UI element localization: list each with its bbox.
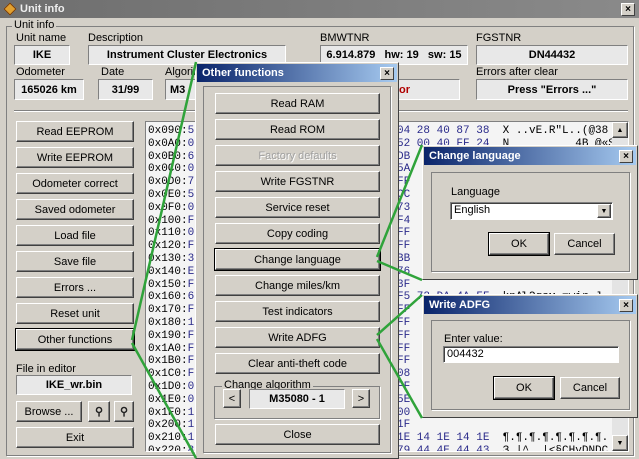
hex-address: 0x090:5: [148, 125, 195, 137]
hex-address: 0x1E0:0: [148, 393, 195, 406]
chevron-down-icon[interactable]: ▼: [597, 204, 611, 218]
other-functions-dialog: Other functions × Read RAM Read ROM Factor…: [195, 62, 399, 459]
hex-address: 0x0F0:0: [148, 201, 195, 214]
hex-address: 0x190:F: [148, 329, 195, 342]
hex-address: 0x140:E: [148, 265, 195, 278]
next-algorithm-button[interactable]: >: [352, 389, 370, 408]
change-language-button[interactable]: Change language: [214, 248, 381, 271]
date-field: 31/99: [98, 79, 153, 100]
write-fgstnr-button[interactable]: Write FGSTNR: [215, 171, 380, 192]
load-file-button[interactable]: Load file: [16, 225, 134, 246]
scroll-down-icon[interactable]: ▼: [612, 435, 628, 451]
date-label: Date: [101, 66, 125, 78]
cancel-button[interactable]: Cancel: [554, 233, 615, 255]
scroll-up-icon[interactable]: ▲: [612, 122, 628, 138]
hex-bytes: 79 44 4E 44 43 З |^ .|<§CHyDNDC: [397, 445, 609, 452]
hex-address: 0x0D0:7: [148, 176, 195, 189]
copy-coding-button[interactable]: Copy coding: [215, 223, 380, 244]
hex-address: 0x170:F: [148, 304, 195, 317]
dialog-title: Other functions: [197, 64, 397, 82]
errors-button[interactable]: Errors ...: [16, 277, 134, 298]
service-reset-button[interactable]: Service reset: [215, 197, 380, 218]
ok-button[interactable]: OK: [488, 232, 550, 256]
fgstnr-field: DN44432: [476, 45, 628, 65]
read-rom-button[interactable]: Read ROM: [215, 119, 380, 140]
odometer-field: 165026 km: [14, 79, 84, 100]
close-icon[interactable]: ×: [621, 3, 635, 16]
hex-address: 0x220:8: [148, 445, 195, 452]
fgstnr-label: FGSTNR: [476, 32, 522, 44]
enter-value-label: Enter value:: [444, 333, 503, 345]
odometer-correct-button[interactable]: Odometer correct: [16, 173, 134, 194]
algorithm-value: M35080 - 1: [249, 389, 345, 409]
hex-bytes: 1E 14 1E 14 1E ¶.¶.¶.¶.¶.¶.¶.¶.: [397, 432, 609, 445]
dialog-title: Change language: [424, 147, 636, 165]
hex-address: 0x150:F: [148, 278, 195, 291]
hex-address: 0x180:1: [148, 317, 195, 329]
language-value: English: [454, 204, 491, 216]
write-eeprom-button[interactable]: Write EEPROM: [16, 147, 134, 168]
hex-address: 0x1F0:1: [148, 406, 195, 419]
hex-address: 0x1D0:0: [148, 381, 195, 393]
dialog-title: Write ADFG: [424, 296, 636, 314]
hex-address: 0x200:1: [148, 419, 195, 432]
hex-address: 0x110:0: [148, 227, 195, 240]
description-label: Description: [88, 32, 144, 44]
close-button[interactable]: Close: [215, 424, 380, 445]
adfg-value-input[interactable]: 004432: [443, 346, 619, 363]
bmwtnr-label: BMWTNR: [320, 32, 370, 44]
language-select[interactable]: English ▼: [450, 202, 613, 220]
unit-name-field: IKE: [14, 45, 70, 65]
read-ram-button[interactable]: Read RAM: [215, 93, 380, 114]
hex-address: 0x130:3: [148, 253, 195, 265]
odometer-label: Odometer: [16, 66, 65, 78]
hex-bytes: 04 28 40 87 38 X ..vE.R"L..(@38: [397, 125, 609, 137]
main-title-bar: Unit info ×: [0, 0, 639, 18]
clear-anti-theft-code-button[interactable]: Clear anti-theft code: [215, 353, 380, 374]
hex-address: 0x100:F: [148, 214, 195, 227]
prev-algorithm-button[interactable]: <: [223, 389, 241, 408]
hex-address: 0x1B0:F: [148, 355, 195, 368]
save-file-button[interactable]: Save file: [16, 251, 134, 272]
hex-address: 0x160:6: [148, 291, 195, 304]
test-indicators-button[interactable]: Test indicators: [215, 301, 380, 322]
errors-after-clear-field: Press "Errors ...": [476, 79, 628, 100]
file-name-field: IKE_wr.bin: [16, 375, 132, 395]
reset-unit-button[interactable]: Reset unit: [16, 303, 134, 324]
change-miles-km-button[interactable]: Change miles/km: [215, 275, 380, 296]
hex-address: 0x1C0:F: [148, 368, 195, 381]
hex-address: 0x0E0:5: [148, 189, 195, 201]
saved-odometer-button[interactable]: Saved odometer: [16, 199, 134, 220]
hex-address: 0x0A0:0: [148, 137, 195, 150]
hex-address: 0x1A0:F: [148, 342, 195, 355]
read-eeprom-button[interactable]: Read EEPROM: [16, 121, 134, 142]
group-label: Unit info: [12, 19, 57, 31]
app-icon: [3, 2, 17, 16]
language-label: Language: [451, 186, 500, 198]
factory-defaults-button: Factory defaults: [215, 145, 380, 166]
find-next-binoculars-icon[interactable]: ⚲: [114, 401, 134, 422]
close-icon[interactable]: ×: [619, 299, 633, 312]
write-adfg-dialog: Write ADFG × Enter value: 004432 OK Canc…: [422, 294, 638, 418]
close-icon[interactable]: ×: [380, 67, 394, 80]
ok-button[interactable]: OK: [493, 376, 555, 400]
hex-address: 0x0C0:0: [148, 163, 195, 176]
window-title: Unit info: [20, 3, 65, 15]
file-in-editor-label: File in editor: [16, 363, 76, 375]
unit-name-label: Unit name: [16, 32, 67, 44]
find-binoculars-icon[interactable]: ⚲: [88, 401, 110, 422]
other-functions-button[interactable]: Other functions: [15, 328, 135, 351]
exit-button[interactable]: Exit: [16, 427, 134, 448]
change-language-dialog: Change language × Language English ▼ OK …: [422, 145, 638, 280]
browse-button[interactable]: Browse ...: [16, 401, 82, 422]
write-adfg-button[interactable]: Write ADFG: [215, 327, 380, 348]
errors-after-clear-label: Errors after clear: [476, 66, 558, 78]
hex-address: 0x120:F: [148, 240, 195, 253]
cancel-button[interactable]: Cancel: [560, 377, 620, 399]
hex-address: 0x210:1: [148, 432, 195, 445]
hex-address: 0x0B0:6: [148, 150, 195, 163]
close-icon[interactable]: ×: [619, 150, 633, 163]
